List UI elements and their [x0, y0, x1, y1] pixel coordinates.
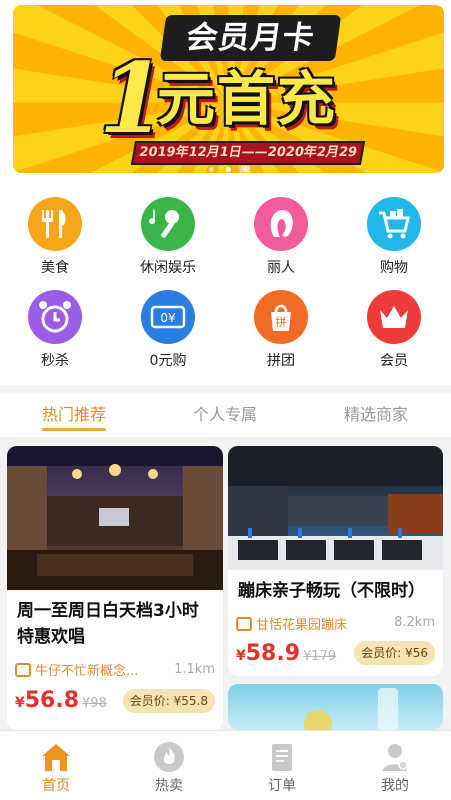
price-currency: ¥ [236, 648, 246, 664]
deal-photo-trampoline [228, 446, 443, 570]
coupon-icon: 0¥ [141, 290, 195, 344]
deal-title: 周一至周日白天档3小时特惠欢唱 [17, 601, 199, 647]
banner-section: 会员月卡 1 元首充 2019年12月1日——2020年2月29日 [0, 0, 451, 185]
deal-card[interactable]: 周一至周日白天档3小时特惠欢唱 牛仔不忙新概念... 1.1km ¥56.8 ¥9… [7, 446, 223, 730]
category-item-shopping[interactable]: 购物 [339, 185, 449, 276]
nav-label: 热卖 [155, 778, 183, 794]
nav-profile[interactable]: 我的 [339, 731, 451, 800]
microphone-icon [141, 197, 195, 251]
store-icon [15, 663, 31, 677]
original-price: ¥179 [303, 649, 337, 664]
member-price-badge: 会员价: ¥55.8 [122, 689, 215, 713]
bottom-navigation: 首页 热卖 订单 我的 [0, 730, 451, 800]
deal-distance: 8.2km [394, 615, 435, 630]
banner-big-number: 1 [99, 42, 166, 155]
banner-big-text: 元首充 [157, 65, 338, 133]
deal-shop[interactable]: 甘恬花果园蹦床 [236, 614, 347, 633]
category-label: 休闲娱乐 [140, 260, 196, 276]
category-label: 美食 [41, 260, 69, 276]
tab-merchants[interactable]: 精选商家 [340, 393, 412, 437]
tab-hot-recommend[interactable]: 热门推荐 [38, 393, 110, 437]
category-label: 会员 [380, 353, 408, 369]
banner-dot[interactable] [243, 167, 248, 172]
deal-shop-name: 牛仔不忙新概念... [35, 664, 139, 679]
deal-price: ¥56.8 ¥98 [15, 688, 107, 713]
group-buy-icon: 拼 [254, 290, 308, 344]
tab-label: 热门推荐 [41, 405, 106, 424]
banner-dot[interactable] [209, 167, 214, 172]
deal-card[interactable]: 蹦床亲子畅玩（不限时） 甘恬花果园蹦床 8.2km ¥58.9 ¥179 会员价:… [228, 446, 443, 676]
banner-dot-active[interactable] [226, 167, 231, 172]
category-item-food[interactable]: 美食 [0, 185, 110, 276]
crown-icon [367, 290, 421, 344]
app-screen: 会员月卡 1 元首充 2019年12月1日——2020年2月29日 美食 休闲娱… [0, 0, 451, 800]
alarm-clock-icon [28, 290, 82, 344]
category-item-entertainment[interactable]: 休闲娱乐 [113, 185, 223, 276]
svg-text:0¥: 0¥ [160, 311, 176, 325]
promo-banner[interactable]: 会员月卡 1 元首充 2019年12月1日——2020年2月29日 [13, 5, 444, 173]
deal-shop[interactable]: 牛仔不忙新概念... [15, 660, 138, 679]
order-icon [272, 744, 292, 771]
svg-text:拼: 拼 [276, 315, 287, 329]
store-icon [236, 617, 252, 631]
deal-shop-name: 甘恬花果园蹦床 [256, 618, 348, 633]
category-item-flash-sale[interactable]: 秒杀 [0, 278, 110, 369]
nav-label: 首页 [42, 778, 70, 794]
category-label: 丽人 [267, 260, 295, 276]
deal-price: ¥58.9 ¥179 [236, 641, 336, 666]
deal-photo-ktv [7, 446, 223, 590]
deal-title: 蹦床亲子畅玩（不限时） [238, 581, 425, 601]
nav-orders[interactable]: 订单 [226, 731, 338, 800]
deal-photo-drink [304, 688, 398, 730]
category-label: 拼团 [267, 353, 295, 369]
member-price-badge: 会员价: ¥56 [354, 641, 435, 665]
home-icon [42, 744, 70, 771]
tab-label: 个人专属 [192, 405, 257, 424]
original-price: ¥98 [82, 696, 107, 711]
nav-label: 我的 [381, 778, 409, 794]
category-item-beauty[interactable]: 丽人 [226, 185, 336, 276]
food-icon [28, 197, 82, 251]
category-label: 0元购 [149, 353, 187, 369]
nav-home[interactable]: 首页 [0, 731, 112, 800]
price-value: 56.8 [24, 688, 80, 713]
tab-active-indicator [42, 428, 106, 431]
deal-distance: 1.1km [174, 662, 215, 677]
profile-icon [383, 744, 408, 771]
category-item-member[interactable]: 会员 [339, 278, 449, 369]
category-label: 购物 [380, 260, 408, 276]
category-item-group-buy[interactable]: 拼 拼团 [226, 278, 336, 369]
banner-offer: 1 元首充 [99, 42, 389, 155]
beauty-icon [254, 197, 308, 251]
nav-label: 订单 [268, 778, 296, 794]
category-grid: 美食 休闲娱乐 丽人 购物 秒杀 0¥ 0元购 拼 拼团 会员 [0, 185, 451, 385]
tab-personal[interactable]: 个人专属 [189, 393, 261, 437]
nav-hot-sale[interactable]: 热卖 [113, 731, 225, 800]
tab-label: 精选商家 [343, 405, 408, 424]
flame-icon [154, 742, 184, 772]
feed-tabs: 热门推荐 个人专属 精选商家 [0, 393, 451, 437]
category-item-zero-buy[interactable]: 0¥ 0元购 [113, 278, 223, 369]
price-currency: ¥ [15, 695, 25, 711]
banner-pagination [13, 157, 444, 173]
shopping-cart-icon [367, 197, 421, 251]
price-value: 58.9 [245, 641, 301, 666]
deal-card-partial[interactable] [228, 684, 443, 730]
category-label: 秒杀 [41, 353, 69, 369]
